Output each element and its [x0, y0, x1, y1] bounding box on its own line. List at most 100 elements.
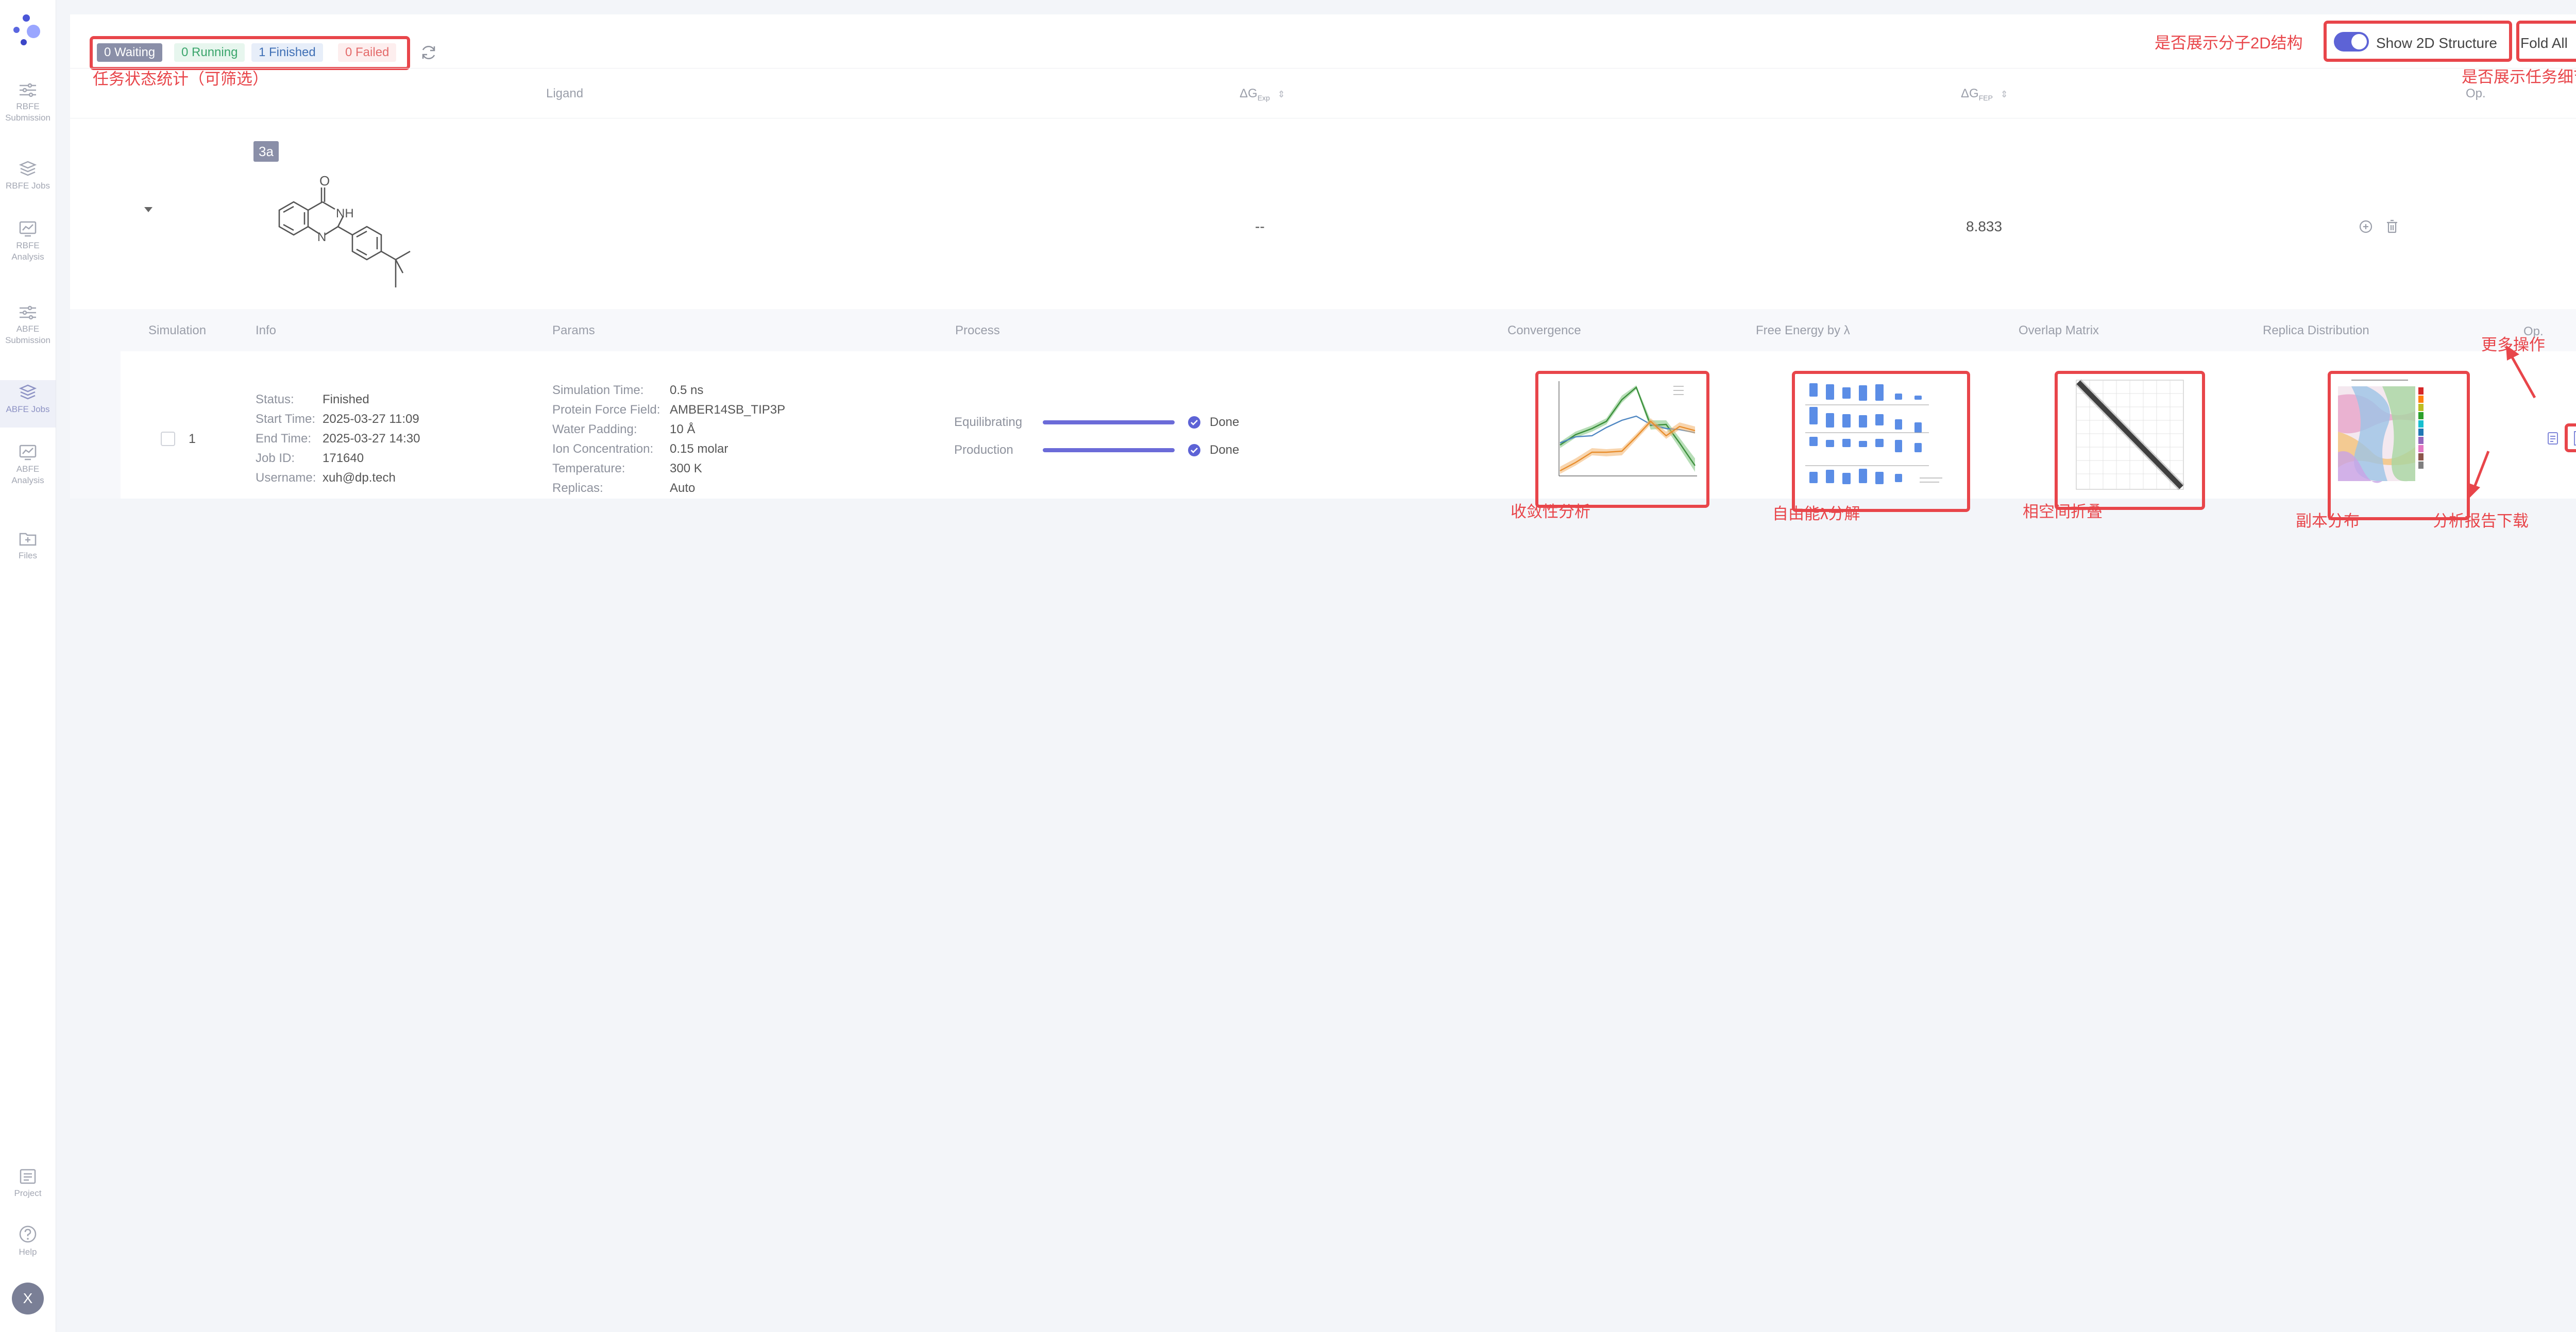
sidebar-item-label: Submission — [5, 335, 50, 345]
sidebar-item-rbfe-analysis[interactable]: RBFE Analysis — [0, 220, 56, 277]
sidebar-item-abfe-analysis[interactable]: ABFE Analysis — [0, 444, 56, 501]
info-label: Username: — [256, 471, 316, 485]
dg-exp-value: -- — [1255, 218, 1265, 234]
column-header-op: Op. — [2466, 87, 2486, 100]
annotation-replica: 副本分布 — [2296, 512, 2360, 530]
jobs-panel: 0 Waiting 0 Running 1 Finished 0 Failed … — [70, 14, 2576, 530]
sidebar-item-rbfe-jobs[interactable]: RBFE Jobs — [0, 161, 56, 204]
caret-down-icon[interactable] — [143, 206, 154, 213]
chart-monitor-icon — [19, 445, 37, 460]
process-step-label: Equilibrating — [954, 415, 1023, 429]
column-header-dg-fep[interactable]: ΔGFEP ⇕ — [1961, 87, 2008, 102]
ligand-2d-structure: O NH N — [278, 173, 411, 287]
sidebar-item-label: ABFE — [16, 464, 40, 474]
highlight-box — [1792, 371, 1970, 512]
sort-icon[interactable]: ⇕ — [1278, 89, 1285, 99]
atom-label: NH — [336, 207, 354, 220]
column-header-dg-exp[interactable]: ΔGExp ⇕ — [1240, 87, 1285, 102]
sidebar-item-label: Files — [19, 551, 37, 560]
sliders-icon — [20, 305, 36, 320]
highlight-box — [2055, 371, 2205, 510]
chart-monitor-icon — [19, 221, 37, 237]
info-label: Start Time: — [256, 412, 316, 426]
subcolumn-header-params: Params — [552, 323, 595, 337]
sidebar-item-project[interactable]: Project — [0, 1168, 56, 1211]
column-header-subscript: Exp — [1257, 93, 1270, 102]
param-value: Auto — [670, 481, 696, 495]
project-list-icon — [20, 1169, 36, 1184]
info-label: Status: — [256, 392, 294, 406]
sidebar-item-abfe-jobs[interactable]: ABFE Jobs — [0, 380, 56, 428]
sort-icon[interactable]: ⇕ — [2001, 89, 2008, 99]
info-label: Job ID: — [256, 451, 295, 465]
info-label: End Time: — [256, 432, 312, 446]
simulation-index: 1 — [189, 432, 196, 446]
row-checkbox[interactable] — [161, 432, 175, 446]
highlight-box — [90, 36, 410, 70]
atom-label: N — [317, 230, 326, 244]
refresh-icon[interactable] — [419, 43, 438, 62]
help-icon — [19, 1225, 37, 1243]
table-row[interactable]: 3a O NH N -- 8.833 — [70, 117, 2576, 309]
annotation-convergence: 收敛性分析 — [1511, 503, 1590, 521]
column-header-label: ΔG — [1240, 87, 1258, 100]
layers-icon — [19, 161, 37, 176]
annotation-show-2d: 是否展示分子2D结构 — [2155, 34, 2303, 52]
add-circle-icon[interactable] — [2359, 219, 2373, 234]
param-value: AMBER14SB_TIP3P — [670, 403, 786, 417]
folder-plus-icon — [19, 533, 37, 546]
process-status: Done — [1210, 443, 1240, 457]
sidebar-item-abfe-submission[interactable]: ABFE Submission — [0, 305, 56, 362]
subcolumn-header-info: Info — [256, 323, 277, 337]
highlight-box — [2565, 423, 2576, 452]
annotation-free-energy: 自由能λ分解 — [1772, 505, 1860, 523]
check-circle-icon — [1188, 444, 1200, 456]
sidebar-item-label: ABFE — [16, 324, 40, 334]
subcolumn-header-free-energy: Free Energy by λ — [1756, 323, 1850, 337]
sidebar-item-label: Submission — [5, 113, 50, 123]
column-header-ligand: Ligand — [546, 87, 584, 100]
fold-all-button[interactable]: Fold All — [2520, 35, 2568, 52]
column-header-label: ΔG — [1961, 87, 1979, 100]
sliders-icon — [20, 83, 36, 97]
sidebar-item-rbfe-submission[interactable]: RBFE Submission — [0, 82, 56, 139]
param-label: Replicas: — [552, 481, 603, 495]
highlight-box — [1535, 371, 1709, 508]
trash-icon[interactable] — [2385, 219, 2399, 234]
sidebar-item-label: Help — [19, 1247, 37, 1257]
param-label: Protein Force Field: — [552, 403, 660, 417]
process-progress-bar — [1043, 448, 1175, 452]
show-2d-label: Show 2D Structure — [2376, 35, 2497, 51]
subcolumn-header-convergence: Convergence — [1507, 323, 1581, 337]
dg-fep-value: 8.833 — [1966, 218, 2003, 234]
check-circle-icon — [1188, 416, 1200, 429]
sidebar-item-label: RBFE — [16, 241, 40, 250]
annotation-arrow-icon — [2506, 345, 2536, 399]
info-value: 2025-03-27 11:09 — [323, 412, 419, 426]
toggle-knob — [2351, 34, 2367, 49]
app-logo[interactable] — [11, 13, 45, 47]
sidebar-item-help[interactable]: Help — [0, 1225, 56, 1268]
info-value: Finished — [323, 392, 369, 406]
param-value: 0.5 ns — [670, 383, 704, 397]
simulation-row[interactable]: 1 Status: Finished Start Time: 2025-03-2… — [121, 351, 2576, 520]
param-value: 0.15 molar — [670, 442, 728, 456]
document-icon[interactable] — [2547, 432, 2558, 445]
subcolumn-header-replica: Replica Distribution — [2263, 323, 2369, 337]
show-2d-toggle[interactable] — [2334, 32, 2369, 52]
param-label: Water Padding: — [552, 422, 637, 436]
sidebar-item-files[interactable]: Files — [0, 531, 56, 574]
info-value: 171640 — [323, 451, 364, 465]
process-step-label: Production — [954, 443, 1013, 457]
param-label: Simulation Time: — [552, 383, 644, 397]
avatar[interactable]: X — [12, 1283, 44, 1314]
subcolumn-header-overlap: Overlap Matrix — [2019, 323, 2099, 337]
param-label: Temperature: — [552, 462, 625, 475]
sidebar-item-label: ABFE Jobs — [6, 404, 50, 414]
subcolumn-header-process: Process — [955, 323, 1000, 337]
sidebar-item-label: Project — [14, 1188, 42, 1198]
table-header — [70, 68, 2576, 118]
highlight-box — [2328, 371, 2470, 520]
layers-icon — [19, 384, 37, 400]
atom-label: O — [319, 173, 330, 189]
